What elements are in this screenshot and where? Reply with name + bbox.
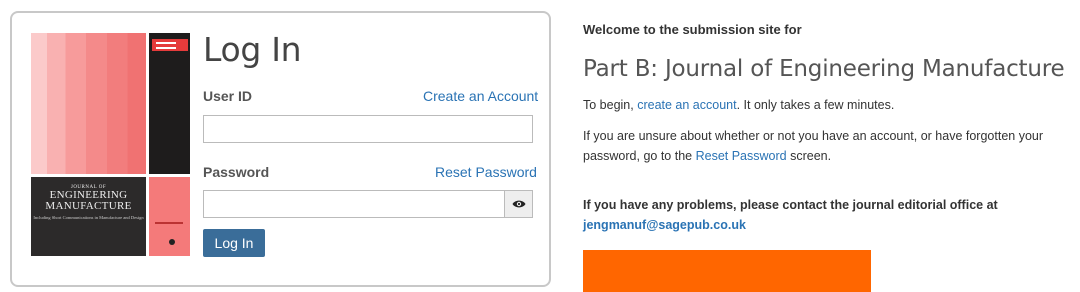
cover-title-block: JOURNAL OF ENGINEERING MANUFACTURE Inclu… [31,177,146,256]
banner-image [583,250,871,292]
publisher-logo-icon [169,239,175,245]
create-account-inline-link[interactable]: create an account [637,98,736,112]
user-id-label: User ID [203,88,253,104]
contact-email-link[interactable]: jengmanuf@sagepub.co.uk [583,218,746,232]
password-input[interactable] [203,190,505,218]
login-button[interactable]: Log In [203,229,265,257]
reset-password-inline-link[interactable]: Reset Password [696,149,787,163]
welcome-text: Welcome to the submission site for [583,22,802,37]
create-account-link[interactable]: Create an Account [423,88,538,104]
cover-subtitle: Including Short Communications in Manufa… [33,215,144,220]
journal-cover-image: JOURNAL OF ENGINEERING MANUFACTURE Inclu… [31,33,190,256]
user-id-input[interactable] [203,115,533,143]
show-password-button[interactable] [505,190,533,218]
page-title: Log In [203,30,302,69]
contact-paragraph: If you have any problems, please contact… [583,198,998,232]
unsure-paragraph: If you are unsure about whether or not y… [583,129,1044,163]
eye-icon [512,200,525,208]
cover-line3: MANUFACTURE [45,200,132,212]
reset-password-link[interactable]: Reset Password [435,164,537,180]
cover-pink-block [149,177,190,256]
cover-stripes [31,33,146,174]
begin-paragraph: To begin, create an account. It only tak… [583,98,895,112]
journal-title: Part B: Journal of Engineering Manufactu… [583,56,1065,82]
cover-spine [149,33,190,174]
password-label: Password [203,164,270,180]
cover-publisher-badge [152,39,188,51]
